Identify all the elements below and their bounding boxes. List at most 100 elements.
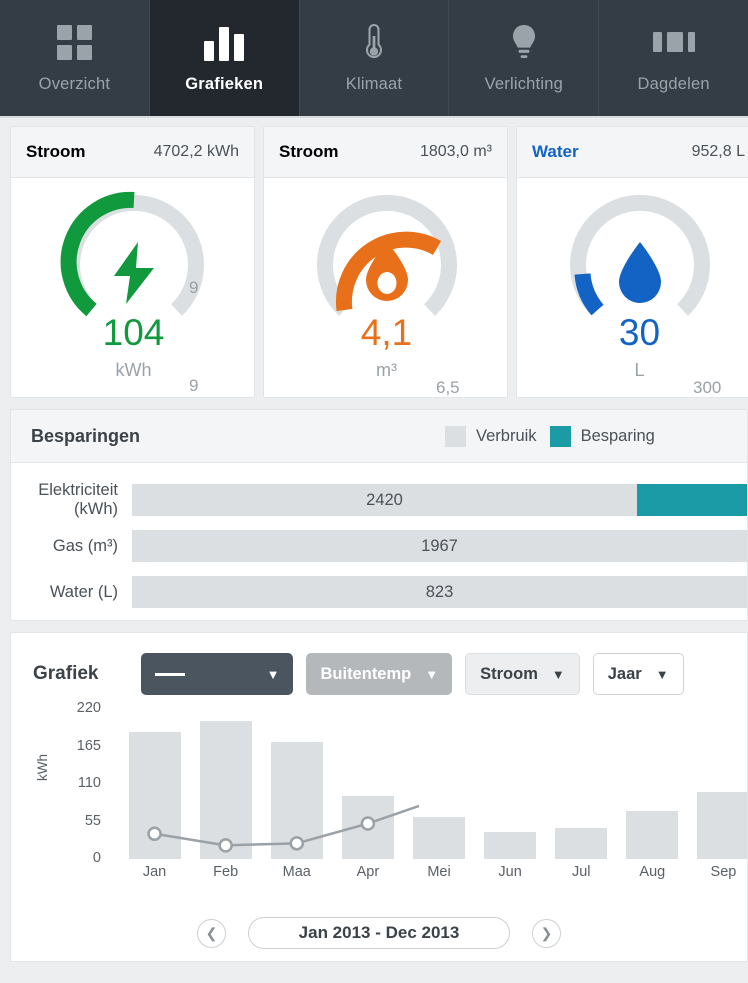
nav-label: Klimaat bbox=[345, 75, 403, 93]
consumption-bar: 2420 bbox=[132, 484, 637, 516]
gauge: 30 L 300 bbox=[517, 186, 748, 401]
chart-bar bbox=[413, 816, 465, 859]
chart-y-tick: 0 bbox=[92, 850, 101, 866]
savings-body: Elektriciteit (kWh) 2420 Gas (m³) 1967 W… bbox=[11, 463, 747, 608]
grid-icon bbox=[56, 22, 92, 62]
chart-y-tick: 220 bbox=[76, 700, 101, 716]
gauge-cards-row: Stroom 4702,2 kWh 104 kWh 9 9 Stroom 180… bbox=[0, 118, 748, 398]
legend-label: Besparing bbox=[580, 426, 655, 445]
nav-label: Dagdelen bbox=[637, 75, 710, 93]
chart-x-tick: Feb bbox=[213, 864, 239, 880]
gauge-card-stroom-gas[interactable]: Stroom 1803,0 m³ 4,1 m³ 6,5 bbox=[263, 126, 508, 398]
nav-label: Overzicht bbox=[38, 75, 111, 93]
period-select[interactable]: Jaar ▼ bbox=[592, 653, 684, 695]
savings-row: Elektriciteit (kWh) 2420 bbox=[11, 481, 747, 518]
card-title: Stroom bbox=[279, 142, 339, 161]
gauge-value: 30 bbox=[618, 312, 661, 353]
savings-row: Gas (m³) 1967 bbox=[11, 530, 747, 562]
consumption-value: 1967 bbox=[421, 536, 458, 555]
legend-swatch bbox=[445, 425, 467, 447]
chart-line-point bbox=[218, 838, 233, 853]
savings-row-label: Water (L) bbox=[49, 582, 118, 601]
chart-y-tick: 165 bbox=[76, 737, 101, 754]
metric-select[interactable]: Stroom ▼ bbox=[465, 653, 580, 695]
savings-row: Water (L) 823 bbox=[11, 576, 747, 608]
gauge: 104 kWh 9 9 bbox=[11, 186, 256, 401]
chart-y-tick: 110 bbox=[77, 775, 101, 791]
flame-icon bbox=[360, 242, 414, 309]
savings-bar bbox=[637, 484, 747, 516]
chevron-right-icon[interactable]: ❯ bbox=[532, 918, 561, 948]
chevron-down-icon: ▼ bbox=[266, 666, 280, 682]
nav-item-verlichting[interactable]: Verlichting bbox=[449, 0, 600, 116]
consumption-bar: 823 bbox=[132, 576, 747, 608]
gauge-max-label: 300 bbox=[693, 378, 722, 397]
bar-chart-icon bbox=[204, 22, 245, 62]
gauge-unit: L bbox=[634, 360, 645, 380]
chart-y-axis-ticks: 0 55 110 165 220 bbox=[29, 700, 101, 866]
savings-row-label: Gas (m³) bbox=[52, 536, 118, 555]
savings-legend: Verbruik Besparing bbox=[445, 425, 655, 447]
date-range-label: Jan 2013 - Dec 2013 bbox=[298, 923, 460, 942]
chart-line bbox=[154, 804, 419, 847]
consumption-bar: 1967 bbox=[132, 530, 747, 562]
chart-x-tick: Mei bbox=[427, 864, 451, 880]
chevron-left-icon[interactable]: ❮ bbox=[197, 918, 226, 948]
water-drop-icon bbox=[613, 242, 667, 309]
chart-x-tick: Jul bbox=[571, 864, 591, 880]
lightbulb-icon bbox=[511, 22, 537, 62]
gauge-card-stroom-electric[interactable]: Stroom 4702,2 kWh 104 kWh 9 9 bbox=[10, 126, 255, 398]
gauge-card-water[interactable]: Water 952,8 L 30 L 300 bbox=[516, 126, 748, 398]
savings-header: Besparingen Verbruik Besparing bbox=[11, 410, 747, 463]
line-glyph-icon bbox=[155, 672, 186, 676]
card-body: 4,1 m³ 6,5 bbox=[264, 178, 507, 397]
chart-x-tick: Maa bbox=[282, 864, 311, 880]
nav-item-klimaat[interactable]: Klimaat bbox=[300, 0, 450, 116]
panel-title: Besparingen bbox=[31, 425, 141, 446]
line-style-select[interactable]: ▼ bbox=[141, 653, 294, 695]
legend-swatch bbox=[549, 425, 571, 447]
date-range-display[interactable]: Jan 2013 - Dec 2013 bbox=[248, 917, 510, 949]
legend-item-besparing: Besparing bbox=[549, 425, 655, 447]
chart-line-point bbox=[360, 816, 376, 831]
card-title: Stroom bbox=[26, 142, 86, 161]
main-navigation: Overzicht Grafieken Klimaat Verlichting bbox=[0, 0, 748, 118]
card-total: 1803,0 m³ bbox=[419, 143, 492, 160]
nav-label: Verlichting bbox=[484, 75, 563, 93]
chart-bar bbox=[626, 811, 679, 859]
gauge-max-label: 6,5 bbox=[436, 378, 460, 397]
chart-line-point bbox=[289, 836, 305, 851]
graph-header: Grafiek ▼ Buitentemp ▼ Stroom ▼ Jaar ▼ bbox=[11, 633, 747, 695]
chart-bar bbox=[697, 792, 747, 859]
graph-panel: Grafiek ▼ Buitentemp ▼ Stroom ▼ Jaar ▼ k… bbox=[10, 632, 748, 962]
series-select[interactable]: Buitentemp ▼ bbox=[306, 653, 453, 695]
nav-item-overzicht[interactable]: Overzicht bbox=[0, 0, 150, 116]
savings-row-track: 2420 bbox=[132, 484, 747, 516]
panel-title: Grafiek bbox=[33, 663, 99, 684]
gauge-value: 4,1 bbox=[360, 312, 413, 353]
card-header: Water 952,8 L bbox=[517, 127, 748, 178]
chevron-down-icon: ▼ bbox=[655, 666, 669, 682]
card-title: Water bbox=[532, 142, 579, 161]
thermometer-icon bbox=[364, 22, 384, 62]
chart-bar bbox=[555, 827, 608, 859]
nav-item-dagdelen[interactable]: Dagdelen bbox=[599, 0, 748, 116]
chart-x-axis-labels: Jan Feb Maa Apr Mei Jun Jul Aug Sep bbox=[119, 864, 747, 888]
card-header: Stroom 4702,2 kWh bbox=[11, 127, 254, 178]
savings-row-track: 823 bbox=[132, 576, 747, 608]
card-body: 30 L 300 bbox=[517, 178, 748, 397]
nav-item-grafieken[interactable]: Grafieken bbox=[149, 0, 300, 116]
card-header: Stroom 1803,0 m³ bbox=[264, 127, 507, 178]
chart-x-tick: Aug bbox=[639, 864, 666, 880]
series-select-label: Buitentemp bbox=[320, 664, 412, 683]
chart-y-tick: 55 bbox=[84, 812, 101, 829]
chart-bar bbox=[484, 831, 537, 859]
chevron-down-icon: ▼ bbox=[425, 666, 439, 682]
blocks-icon bbox=[652, 22, 695, 62]
chart-plot-area: kWh 0 55 110 165 220 Jan Feb Maa Apr Mei Jun Jul Au… bbox=[11, 700, 747, 894]
chart-line-point bbox=[147, 826, 162, 842]
card-total: 952,8 L bbox=[691, 143, 745, 160]
chart-x-tick: Sep bbox=[710, 864, 737, 880]
chart-pager: ❮ Jan 2013 - Dec 2013 ❯ bbox=[11, 917, 747, 949]
legend-item-verbruik: Verbruik bbox=[445, 425, 537, 447]
